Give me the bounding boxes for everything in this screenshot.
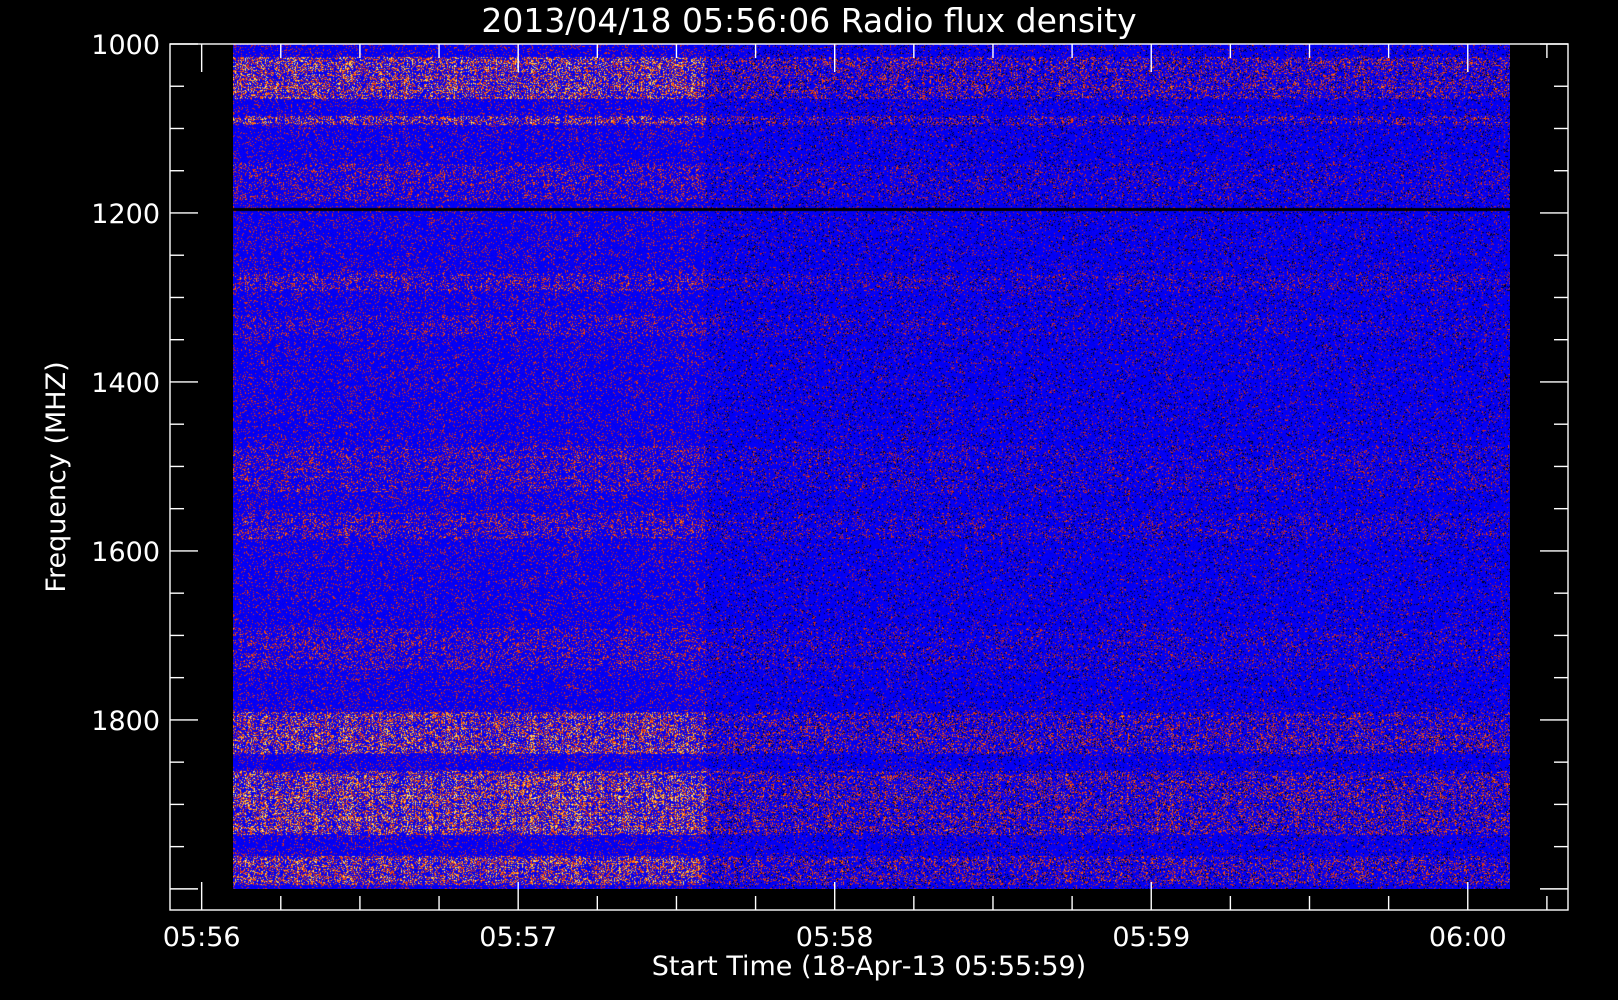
y-tick-label: 1400 [91,368,160,399]
x-tick-label: 05:58 [796,922,874,953]
x-tick-label: 05:56 [163,922,241,953]
y-axis-label: Frequency (MHZ) [41,361,72,592]
y-tick-label: 1600 [91,537,160,568]
heatmap-raster [233,44,1510,889]
y-tick-label: 1200 [91,199,160,230]
x-tick-labels: 05:56 05:57 05:58 05:59 06:00 [163,922,1507,953]
chart-title: 2013/04/18 05:56:06 Radio flux density [481,1,1136,40]
x-tick-label: 06:00 [1429,922,1507,953]
y-tick-labels: 1000 1200 1400 1600 1800 [91,30,160,737]
x-tick-label: 05:57 [479,922,557,953]
spectrogram-heatmap [233,44,1510,889]
x-tick-label: 05:59 [1112,922,1190,953]
y-tick-label: 1000 [91,30,160,61]
heatmap-canvas [233,44,1510,889]
radio-spectrogram-chart: 2013/04/18 05:56:06 Radio flux density 0… [41,1,1569,982]
x-axis-label: Start Time (18‐Apr‐13 05:55:59) [652,951,1086,982]
y-tick-label: 1800 [91,706,160,737]
